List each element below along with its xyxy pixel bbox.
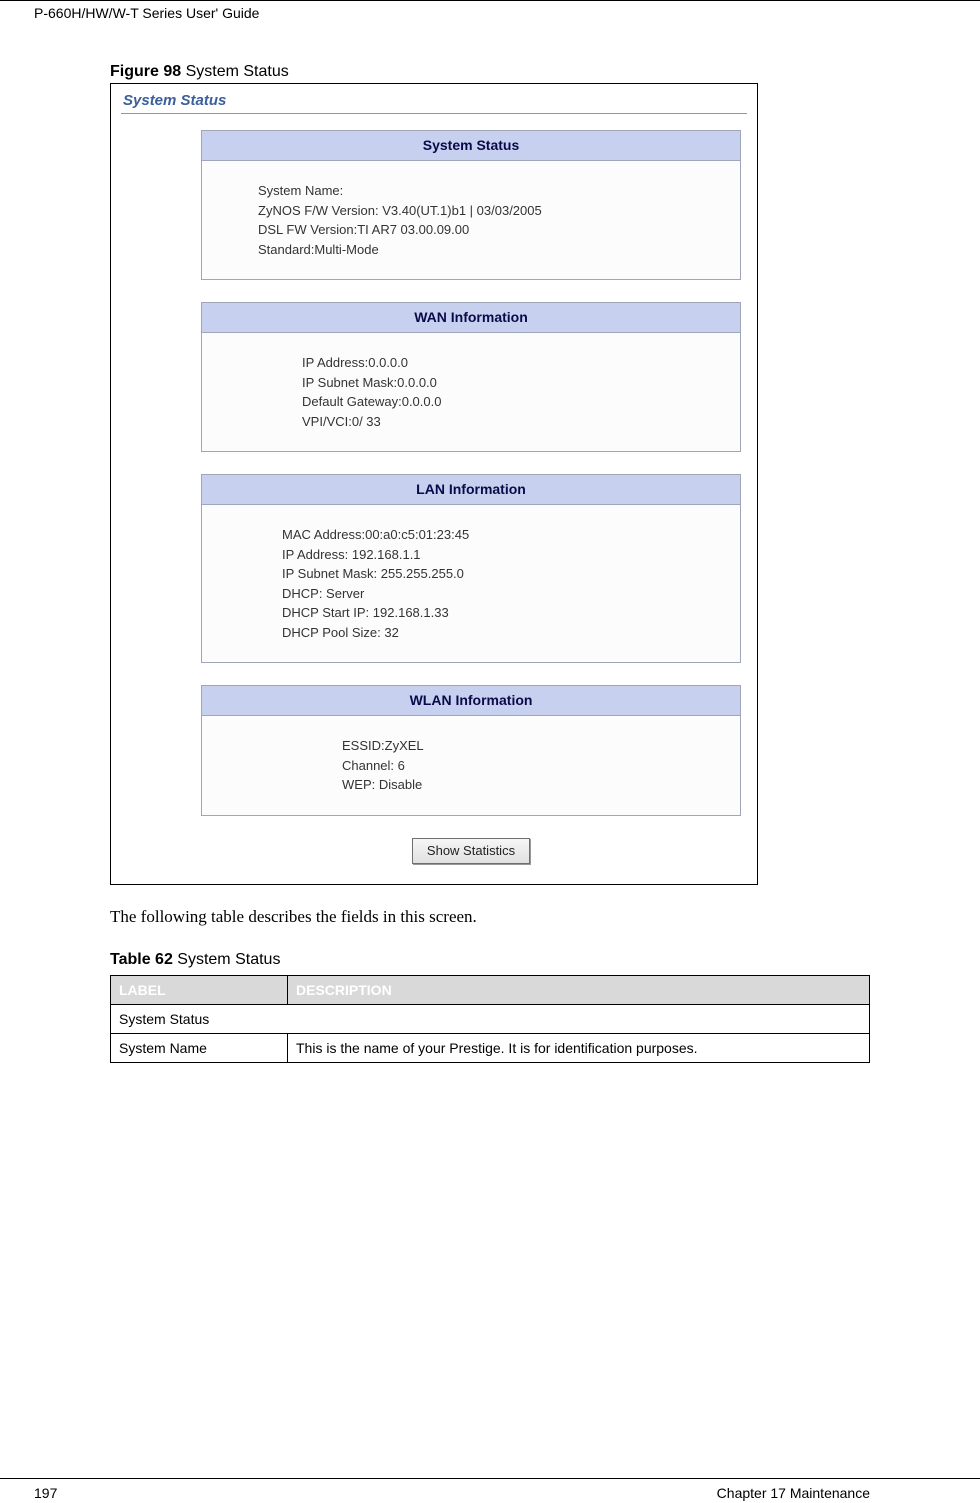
panel-system-status: System Status System Name: ZyNOS F/W Ver… — [201, 130, 741, 280]
screenshot-title: System Status — [111, 84, 757, 109]
page-footer: 197 Chapter 17 Maintenance — [0, 1478, 980, 1485]
screenshot-frame: System Status System Status System Name:… — [110, 83, 758, 885]
description-table: LABEL DESCRIPTION System Status System N… — [110, 975, 870, 1063]
lan-ip-line: IP Address: 192.168.1.1 — [282, 545, 732, 565]
running-header: P-660H/HW/W-T Series User' Guide — [0, 1, 980, 21]
standard-line: Standard:Multi-Mode — [258, 240, 732, 260]
figure-title: System Status — [181, 63, 289, 80]
th-label-text: LABEL — [119, 982, 166, 998]
figure-number: Figure 98 — [110, 63, 181, 80]
lan-dhcp-start-line: DHCP Start IP: 192.168.1.33 — [282, 603, 732, 623]
page: P-660H/HW/W-T Series User' Guide Figure … — [0, 0, 980, 1503]
panel-header-wlan: WLAN Information — [202, 686, 740, 716]
chapter-label: Chapter 17 Maintenance — [717, 1485, 870, 1501]
wlan-channel-line: Channel: 6 — [342, 756, 732, 776]
show-statistics-button[interactable]: Show Statistics — [412, 838, 530, 864]
lan-subnet-line: IP Subnet Mask: 255.255.255.0 — [282, 564, 732, 584]
wan-gateway-line: Default Gateway:0.0.0.0 — [302, 392, 732, 412]
lan-dhcp-line: DHCP: Server — [282, 584, 732, 604]
panel-header-lan: LAN Information — [202, 475, 740, 505]
screenshot-divider — [121, 113, 747, 114]
panel-body-wlan: ESSID:ZyXEL Channel: 6 WEP: Disable — [202, 716, 740, 815]
wlan-essid-line: ESSID:ZyXEL — [342, 736, 732, 756]
panel-header-system: System Status — [202, 131, 740, 161]
wan-vpi-line: VPI/VCI:0/ 33 — [302, 412, 732, 432]
wlan-wep-line: WEP: Disable — [342, 775, 732, 795]
cell-system-status: System Status — [111, 1004, 870, 1033]
table-title: System Status — [173, 951, 281, 968]
system-name-line: System Name: — [258, 181, 732, 201]
panel-header-wan: WAN Information — [202, 303, 740, 333]
panel-body-lan: MAC Address:00:a0:c5:01:23:45 IP Address… — [202, 505, 740, 662]
dsl-fw-line: DSL FW Version:TI AR7 03.00.09.00 — [258, 220, 732, 240]
button-row: Show Statistics — [201, 838, 741, 864]
body-paragraph: The following table describes the fields… — [110, 907, 870, 927]
content-area: Figure 98 System Status System Status Sy… — [0, 21, 980, 1063]
lan-dhcp-pool-line: DHCP Pool Size: 32 — [282, 623, 732, 643]
panel-container: System Status System Name: ZyNOS F/W Ver… — [201, 130, 741, 864]
table-number: Table 62 — [110, 951, 173, 968]
table-header-row: LABEL DESCRIPTION — [111, 975, 870, 1004]
panel-wan-info: WAN Information IP Address:0.0.0.0 IP Su… — [201, 302, 741, 452]
table-row: System Status — [111, 1004, 870, 1033]
panel-lan-info: LAN Information MAC Address:00:a0:c5:01:… — [201, 474, 741, 663]
wan-subnet-line: IP Subnet Mask:0.0.0.0 — [302, 373, 732, 393]
table-row: System Name This is the name of your Pre… — [111, 1033, 870, 1062]
fw-version-line: ZyNOS F/W Version: V3.40(UT.1)b1 | 03/03… — [258, 201, 732, 221]
th-label: LABEL — [111, 975, 288, 1004]
cell-desc-system-name: This is the name of your Prestige. It is… — [288, 1033, 870, 1062]
figure-caption: Figure 98 System Status — [110, 63, 870, 81]
panel-wlan-info: WLAN Information ESSID:ZyXEL Channel: 6 … — [201, 685, 741, 816]
th-description: DESCRIPTION — [288, 975, 870, 1004]
th-desc-text: DESCRIPTION — [296, 982, 392, 998]
panel-body-wan: IP Address:0.0.0.0 IP Subnet Mask:0.0.0.… — [202, 333, 740, 451]
table-caption: Table 62 System Status — [110, 951, 870, 969]
cell-label-system-name: System Name — [111, 1033, 288, 1062]
page-number: 197 — [34, 1485, 57, 1501]
lan-mac-line: MAC Address:00:a0:c5:01:23:45 — [282, 525, 732, 545]
panel-body-system: System Name: ZyNOS F/W Version: V3.40(UT… — [202, 161, 740, 279]
wan-ip-line: IP Address:0.0.0.0 — [302, 353, 732, 373]
